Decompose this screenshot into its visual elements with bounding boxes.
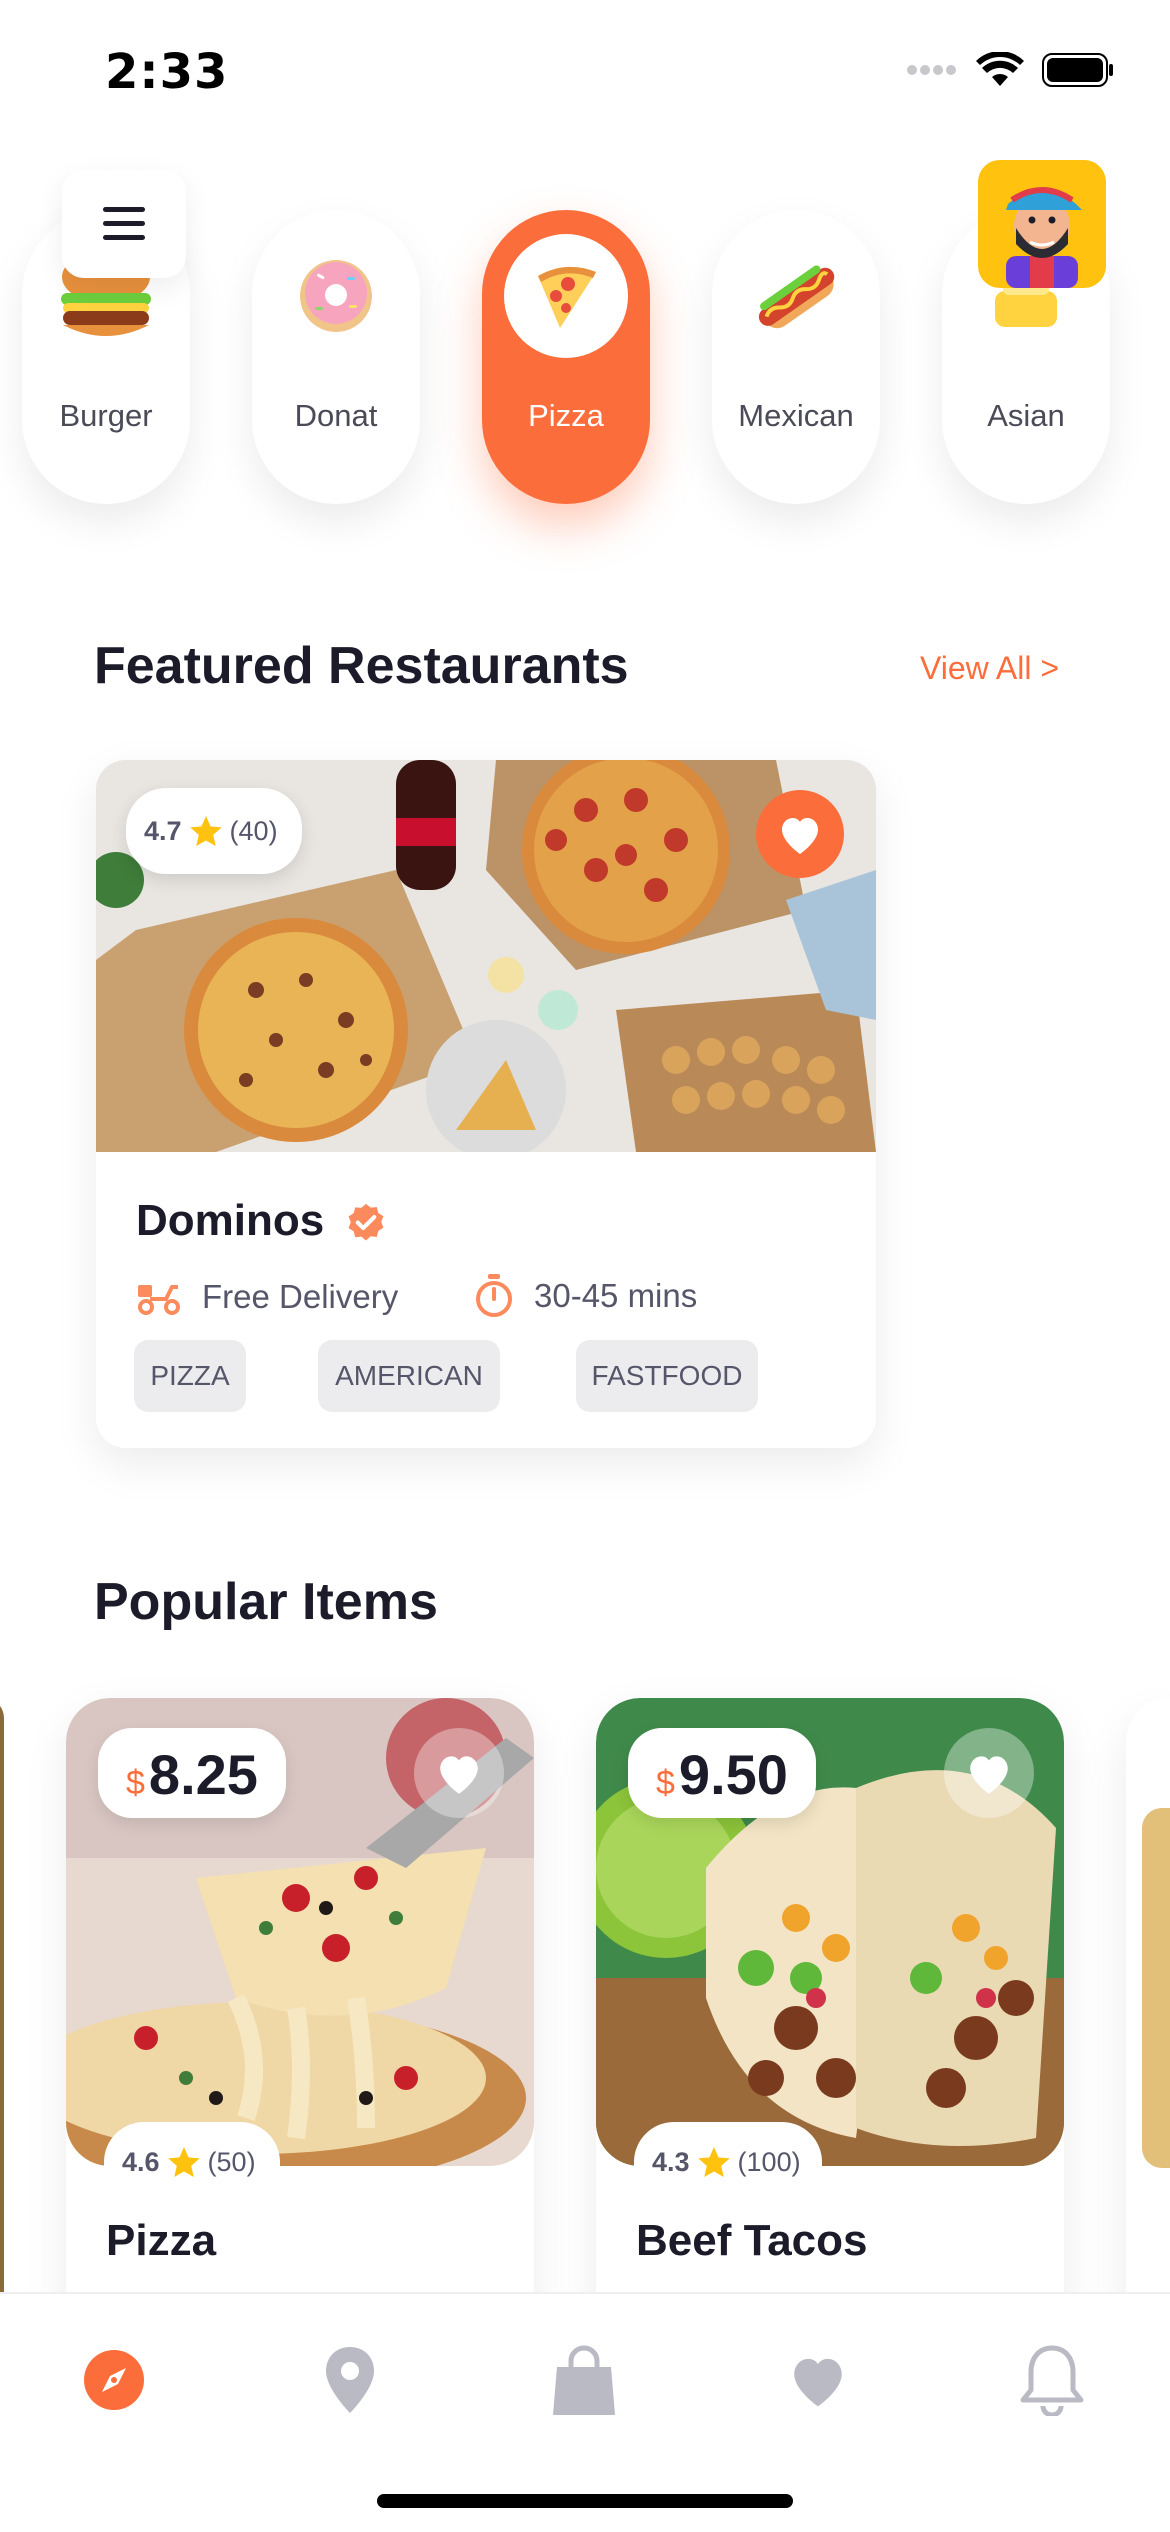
avatar[interactable] (978, 160, 1106, 288)
timer-icon (476, 1274, 512, 1317)
featured-section-title: Featured Restaurants (94, 637, 629, 695)
price-badge: $ 8.25 (98, 1728, 286, 1818)
view-all-link[interactable]: View All > (920, 650, 1059, 687)
nav-explore[interactable] (74, 2340, 154, 2420)
category-label: Mexican (738, 398, 854, 433)
explore-compass-icon (84, 2350, 144, 2410)
pizza-icon (504, 234, 628, 358)
favorite-button[interactable] (756, 790, 844, 878)
location-pin-icon (326, 2347, 374, 2413)
star-icon (697, 2147, 730, 2177)
item-name: Beef Tacos (636, 2216, 868, 2265)
restaurant-name: Dominos (136, 1196, 325, 1245)
rating-count: (40) (229, 815, 278, 846)
heart-icon (440, 1756, 478, 1794)
category-pizza[interactable]: Pizza (482, 210, 650, 504)
rating-value: 4.7 (144, 815, 182, 846)
nav-favorites[interactable] (778, 2340, 858, 2420)
cellular-signal-icon (907, 65, 956, 75)
category-mexican[interactable]: Mexican (712, 210, 880, 504)
price-value: 8.25 (148, 1743, 258, 1806)
rating-count: (100) (737, 2146, 801, 2177)
currency-symbol: $ (126, 1764, 145, 1802)
item-name: Pizza (106, 2216, 217, 2265)
nav-location[interactable] (310, 2340, 390, 2420)
bell-icon (1020, 2345, 1084, 2416)
user-avatar-icon (1006, 187, 1082, 288)
rating-value: 4.3 (652, 2146, 690, 2177)
battery-icon (1042, 53, 1113, 87)
partial-card-right[interactable] (1126, 1698, 1170, 2358)
price-value: 9.50 (678, 1743, 788, 1806)
tag: AMERICAN (318, 1340, 500, 1412)
home-indicator (377, 2494, 793, 2508)
delivery-time: 30-45 mins (474, 1274, 697, 1318)
rating-count: (50) (207, 2146, 256, 2177)
star-icon (189, 816, 222, 846)
currency-symbol: $ (656, 1764, 675, 1802)
restaurant-card[interactable]: 4.7 (40) Dominos Free Delivery 30-45 min… (96, 760, 876, 1448)
delivery-info: Free Delivery (136, 1278, 398, 1316)
favorite-button[interactable] (944, 1728, 1034, 1818)
donut-icon (274, 234, 398, 358)
hotdog-icon (734, 234, 858, 358)
star-icon (167, 2147, 200, 2177)
popular-section-title: Popular Items (94, 1573, 438, 1631)
partial-card-left[interactable] (0, 1698, 4, 2358)
hamburger-menu-icon (103, 207, 145, 240)
category-label: Burger (59, 398, 153, 433)
delivery-label: Free Delivery (202, 1278, 399, 1315)
shopping-bag-icon (553, 2345, 615, 2415)
delivery-scooter-icon (138, 1285, 180, 1315)
nav-notifications[interactable] (1012, 2340, 1092, 2420)
tag: PIZZA (134, 1340, 246, 1412)
rating-badge: 4.3 (100) (634, 2122, 822, 2202)
status-time: 2:33 (105, 44, 229, 100)
tag: FASTFOOD (576, 1340, 758, 1412)
rating-badge: 4.7 (40) (126, 788, 302, 874)
category-label: Pizza (528, 398, 604, 433)
verified-icon (344, 1202, 388, 1251)
favorite-button[interactable] (414, 1728, 504, 1818)
category-donat[interactable]: Donat (252, 210, 420, 504)
category-label: Asian (987, 398, 1065, 433)
heart-icon (782, 818, 818, 854)
category-label: Donat (294, 398, 378, 433)
nav-bag[interactable] (544, 2340, 624, 2420)
popular-item-card[interactable]: $ 9.50 4.3 (100) Beef Tacos (596, 1698, 1064, 2358)
heart-icon (794, 2358, 842, 2407)
rating-badge: 4.6 (50) (104, 2122, 280, 2202)
wifi-icon (976, 52, 1024, 86)
heart-icon (970, 1756, 1008, 1794)
popular-item-card[interactable]: $ 8.25 4.6 (50) Pizza (66, 1698, 534, 2358)
menu-button[interactable] (62, 170, 186, 278)
time-label: 30-45 mins (534, 1277, 698, 1314)
status-icons (906, 52, 1114, 88)
price-badge: $ 9.50 (628, 1728, 816, 1818)
rating-value: 4.6 (122, 2146, 160, 2177)
